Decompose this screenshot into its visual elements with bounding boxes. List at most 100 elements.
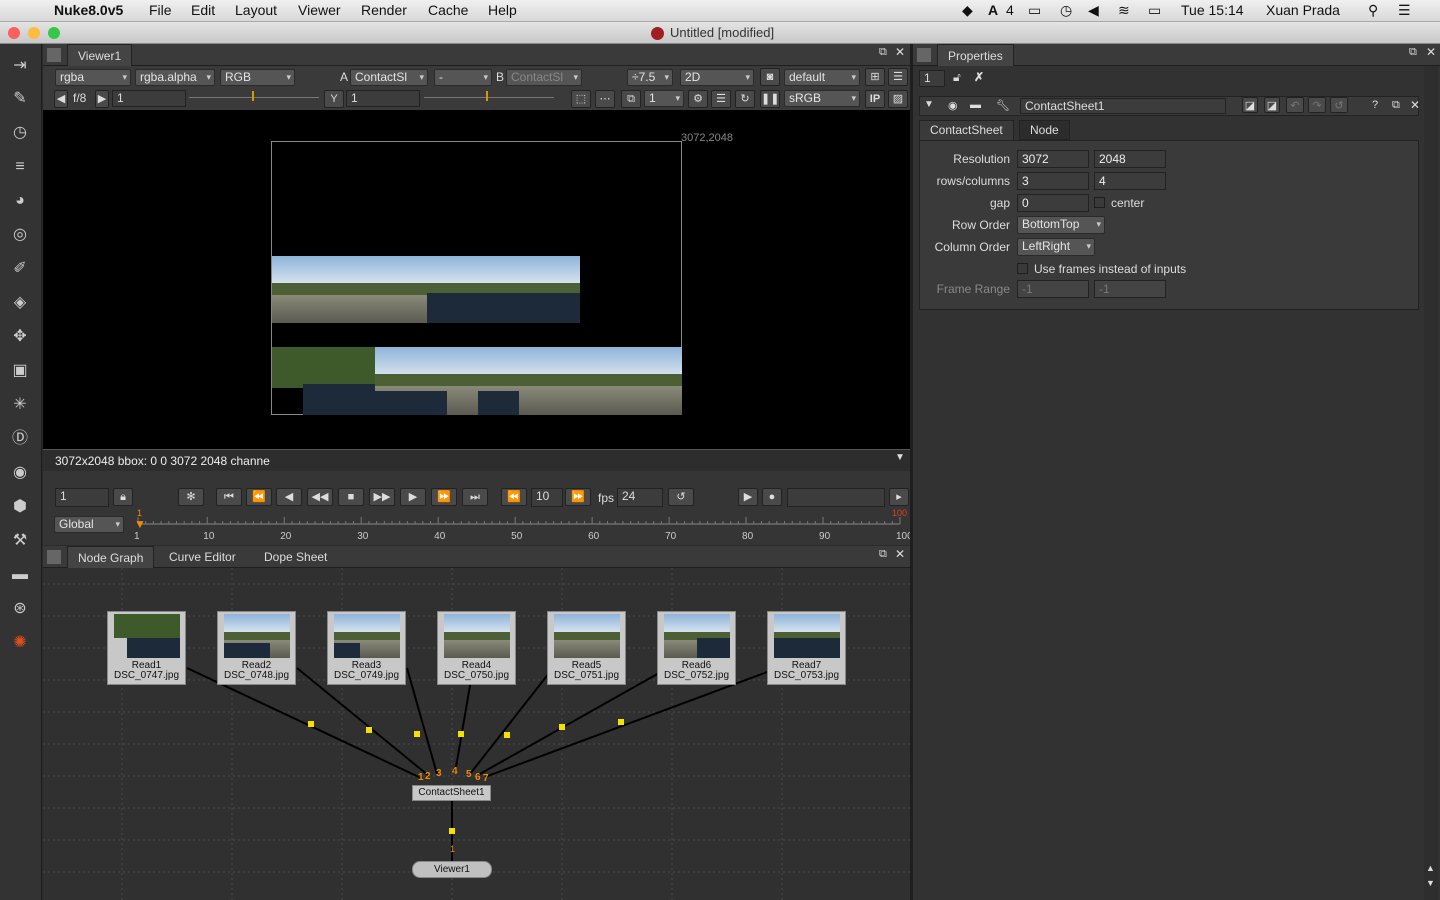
frame-range-end-field[interactable]: -1 [1094, 280, 1166, 298]
tab-curve-editor[interactable]: Curve Editor [159, 546, 246, 568]
fstop-increase-icon[interactable]: ▶ [95, 90, 109, 108]
gamma-field[interactable]: 1 [346, 90, 420, 107]
loop-icon[interactable]: ↺ [668, 488, 694, 506]
clear-panels-icon[interactable]: ✗ [974, 70, 984, 84]
camera-icon[interactable]: ◙ [760, 68, 780, 86]
undo-icon[interactable]: ↶ [1286, 97, 1304, 113]
node-display-icon[interactable]: ▬ [970, 99, 981, 111]
gl-icon[interactable]: ⚙ [688, 90, 708, 108]
row-order-dropdown[interactable]: BottomTop [1017, 216, 1105, 234]
stop-icon[interactable]: ■ [338, 488, 364, 506]
float-panel-icon[interactable]: ⧉ [1409, 46, 1417, 59]
scroll-up-icon[interactable]: ▲ [1426, 863, 1435, 873]
fps-field[interactable]: 24 [617, 488, 663, 507]
timeline-end-marker[interactable]: 100 [892, 508, 907, 518]
filter-tools-icon[interactable]: ◎ [9, 224, 31, 246]
info-expand-icon[interactable]: ▼ [895, 452, 905, 463]
float-panel-icon[interactable]: ⧉ [879, 548, 887, 561]
transform-tools-icon[interactable]: ✥ [9, 326, 31, 348]
close-panel-icon[interactable]: ✕ [1426, 45, 1436, 59]
close-window-button[interactable] [8, 27, 20, 39]
notification-center-icon[interactable]: ☰ [1398, 2, 1411, 19]
adobe-icon[interactable]: A [988, 2, 998, 18]
user-name[interactable]: Xuan Prada [1266, 2, 1340, 18]
panel-menu-icon[interactable] [47, 550, 61, 564]
channel-tools-icon[interactable]: ≡ [9, 156, 31, 178]
crop-icon[interactable]: ⬚ [571, 90, 591, 108]
lock-properties-icon[interactable]: 🔓︎ [953, 70, 961, 85]
furnace-tools-icon[interactable]: ⊛ [9, 598, 31, 620]
timeline-expand-icon[interactable]: ▸ [889, 488, 909, 506]
menu-layout[interactable]: Layout [235, 2, 277, 18]
app-name-menu[interactable]: Nuke8.0v5 [54, 2, 123, 18]
merge-tools-icon[interactable]: ◈ [9, 292, 31, 314]
viewer-settings-icon[interactable]: ☰ [888, 68, 908, 86]
volume-icon[interactable]: ◀ [1088, 2, 1099, 19]
spotlight-icon[interactable]: ⚲ [1368, 2, 1378, 19]
close-panel-icon[interactable]: ✕ [895, 45, 905, 59]
compare-dropdown[interactable]: - [434, 69, 492, 86]
flipbook-icon[interactable]: ▶ [738, 488, 758, 506]
freeze-icon[interactable]: ✻ [178, 488, 204, 506]
deep-tools-icon[interactable]: Ⓓ [9, 428, 31, 450]
close-node-icon[interactable]: ✕ [1410, 98, 1420, 112]
properties-scrollbar[interactable]: ▲ ▼ [1424, 66, 1438, 900]
gain-slider-handle[interactable] [252, 91, 254, 101]
gain-field[interactable]: 1 [112, 90, 186, 107]
redo-icon[interactable]: ↷ [1308, 97, 1326, 113]
help-icon[interactable]: ? [1372, 99, 1378, 111]
tab-node-graph[interactable]: Node Graph [67, 546, 155, 568]
menu-file[interactable]: File [149, 2, 172, 18]
close-panel-icon[interactable]: ✕ [895, 547, 905, 561]
read-node-4[interactable]: Read4 DSC_0750.jpg [437, 611, 516, 685]
ocula-tools-icon[interactable]: ✺ [9, 632, 31, 654]
float-node-icon[interactable]: ⧉ [1392, 99, 1400, 112]
proxy-dropdown[interactable]: 1 [644, 90, 684, 107]
menu-cache[interactable]: Cache [428, 2, 468, 18]
center-checkbox[interactable] [1094, 197, 1105, 208]
max-panels-field[interactable]: 1 [919, 70, 945, 87]
fstop-decrease-icon[interactable]: ◀ [54, 90, 68, 108]
draw-tools-icon[interactable]: ✎ [9, 88, 31, 110]
keyer-tools-icon[interactable]: ✐ [9, 258, 31, 280]
time-tools-icon[interactable]: ◷ [9, 122, 31, 144]
menu-viewer[interactable]: Viewer [298, 2, 341, 18]
view-mode-dropdown[interactable]: 2D [680, 69, 754, 86]
clip-warn-icon[interactable]: ☰ [711, 90, 731, 108]
node-color-swatch-1[interactable]: ◪ [1242, 97, 1258, 113]
read-node-3[interactable]: Read3 DSC_0749.jpg [327, 611, 406, 685]
read-node-5[interactable]: Read5 DSC_0751.jpg [547, 611, 626, 685]
toolsets-icon[interactable]: ⚒ [9, 530, 31, 552]
colorspace-dropdown[interactable]: sRGB [784, 90, 860, 107]
zoom-window-button[interactable] [48, 27, 60, 39]
pause-icon[interactable]: ❚❚ [760, 90, 780, 108]
clock[interactable]: Tue 15:14 [1181, 2, 1244, 18]
gap-field[interactable]: 0 [1017, 194, 1089, 212]
read-node-7[interactable]: Read7 DSC_0753.jpg [767, 611, 846, 685]
step-back-icon[interactable]: ⏪ [501, 488, 527, 506]
revert-icon[interactable]: ↺ [1330, 97, 1348, 113]
views-tools-icon[interactable]: ◉ [9, 462, 31, 484]
use-frames-checkbox[interactable] [1017, 263, 1028, 274]
viewer-node[interactable]: Viewer1 [412, 861, 492, 878]
float-panel-icon[interactable]: ⧉ [879, 46, 887, 59]
tab-contactsheet[interactable]: ContactSheet [919, 120, 1014, 140]
ip-button[interactable]: IP [865, 90, 885, 108]
dropbox-icon[interactable]: ◆ [962, 2, 973, 19]
step-forward-icon[interactable]: ⏩ [565, 488, 591, 506]
next-keyframe-icon[interactable]: ⏩ [431, 488, 457, 506]
record-icon[interactable]: ● [762, 488, 782, 506]
channels-dropdown[interactable]: rgba [55, 69, 131, 86]
particles-tools-icon[interactable]: ✳ [9, 394, 31, 416]
other-tools-icon[interactable]: ▬ [9, 564, 31, 586]
prev-keyframe-icon[interactable]: ⏪ [246, 488, 272, 506]
metadata-tools-icon[interactable]: ⬢ [9, 496, 31, 518]
contactsheet-node[interactable]: ContactSheet1 [412, 785, 491, 801]
lock-icon[interactable]: 🔒︎ [113, 488, 133, 506]
resolution-height-field[interactable]: 2048 [1094, 150, 1166, 168]
viewer-canvas[interactable]: 3072,2048 [43, 110, 910, 449]
read-node-2[interactable]: Read2 DSC_0748.jpg [217, 611, 296, 685]
menu-edit[interactable]: Edit [191, 2, 215, 18]
resolution-width-field[interactable]: 3072 [1017, 150, 1089, 168]
column-order-dropdown[interactable]: LeftRight [1017, 238, 1095, 256]
